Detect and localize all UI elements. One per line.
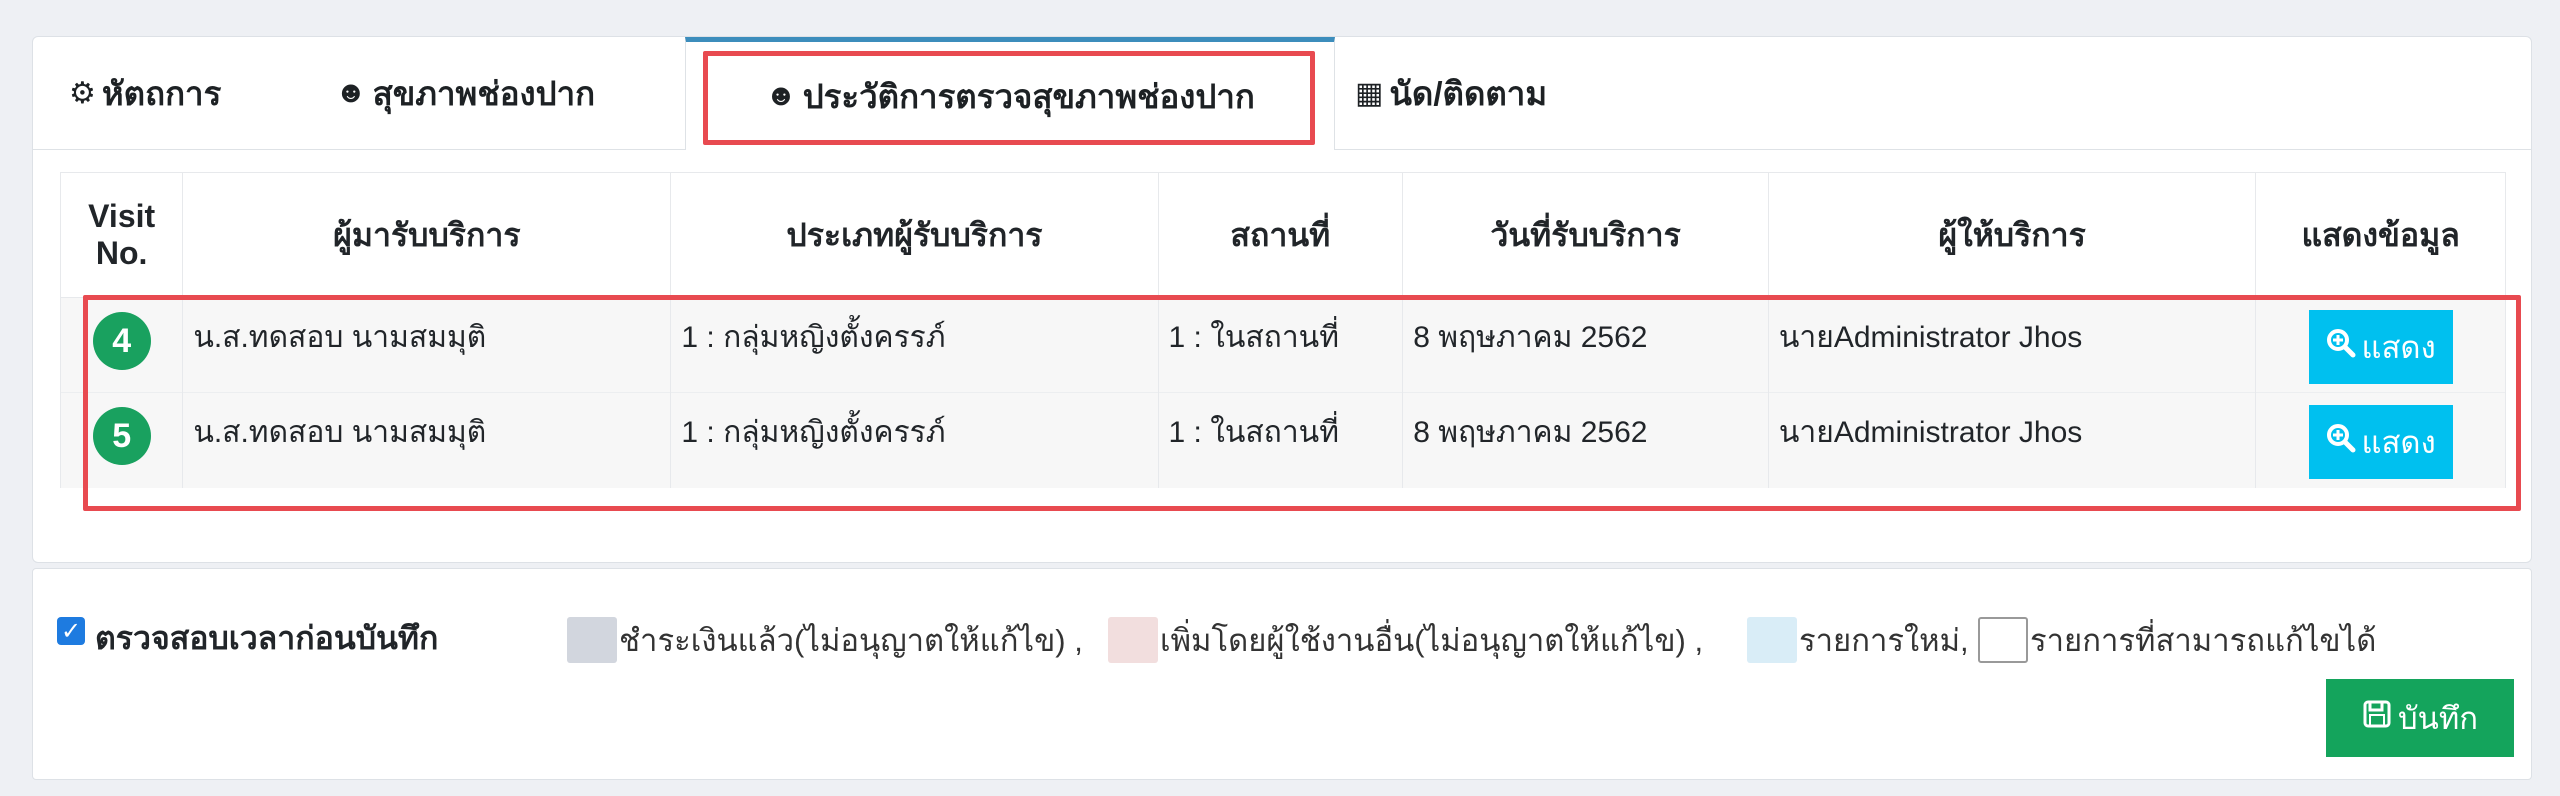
visit-number-badge: 4 xyxy=(92,312,151,370)
col-patient: ผู้มารับบริการ xyxy=(182,172,672,298)
service-date: 8 พฤษภาคม 2562 xyxy=(1402,297,1769,393)
col-show: แสดงข้อมูล xyxy=(2255,172,2506,298)
patient-name: น.ส.ทดสอบ นามสมมุติ xyxy=(182,392,672,488)
patient-type: 1 : กลุ่มหญิงตั้งครรภ์ xyxy=(670,392,1159,488)
patient-type: 1 : กลุ่มหญิงตั้งครรภ์ xyxy=(670,297,1159,393)
legend-swatch xyxy=(1978,617,2028,663)
tab-label: หัตถการ xyxy=(101,74,222,112)
tab-procedure[interactable]: ⚙ หัตถการ xyxy=(69,37,221,149)
col-place: สถานที่ xyxy=(1157,172,1404,298)
place: 1 : ในสถานที่ xyxy=(1157,297,1404,393)
legend-label: รายการที่สามารถแก้ไขได้ xyxy=(2030,623,2377,658)
provider: นายAdministrator Jhos xyxy=(1767,297,2257,393)
main-card: ⚙ หัตถการ ☻ สุขภาพช่องปาก ☻ ประวัติการตร… xyxy=(32,36,2532,563)
legend-label: ชำระเงินแล้ว(ไม่อนุญาตให้แก้ไข) , xyxy=(619,623,1083,658)
tab-label: ประวัติการตรวจสุขภาพช่องปาก xyxy=(802,77,1255,115)
col-date: วันที่รับบริการ xyxy=(1402,172,1769,298)
tab-bar: ⚙ หัตถการ ☻ สุขภาพช่องปาก ☻ ประวัติการตร… xyxy=(33,37,2531,150)
procedure-icon: ⚙ xyxy=(69,76,96,110)
footer-panel: ✓ ตรวจสอบเวลาก่อนบันทึก ชำระเงินแล้ว(ไม่… xyxy=(32,568,2532,780)
legend-editable: รายการที่สามารถแก้ไขได้ xyxy=(1978,615,2376,665)
visit-number-badge: 5 xyxy=(92,407,151,465)
tab-oral-history[interactable]: ☻ ประวัติการตรวจสุขภาพช่องปาก xyxy=(685,37,1335,150)
show-button[interactable]: แสดง xyxy=(2308,405,2453,479)
check-time-checkbox[interactable]: ✓ xyxy=(57,617,85,645)
legend-swatch xyxy=(567,617,617,663)
save-button[interactable]: บันทึก xyxy=(2326,679,2514,757)
save-icon xyxy=(2362,699,2392,737)
place: 1 : ในสถานที่ xyxy=(1157,392,1404,488)
service-date: 8 พฤษภาคม 2562 xyxy=(1402,392,1769,488)
tooth-icon: ☻ xyxy=(765,79,797,112)
calendar-icon: ▦ xyxy=(1355,76,1384,110)
tab-oral-health[interactable]: ☻ สุขภาพช่องปาก xyxy=(335,37,595,149)
col-patient-type: ประเภทผู้รับบริการ xyxy=(670,172,1159,298)
legend-swatch xyxy=(1108,617,1158,663)
visit-history-table: Visit No. ผู้มารับบริการ ประเภทผู้รับบริก… xyxy=(59,172,2506,488)
tab-appointment[interactable]: ▦ นัด/ติดตาม xyxy=(1355,37,1547,149)
legend-new: รายการใหม่, xyxy=(1747,615,1969,665)
legend-swatch xyxy=(1747,617,1797,663)
legend-label: รายการใหม่, xyxy=(1799,623,1969,658)
tab-label: นัด/ติดตาม xyxy=(1389,74,1548,112)
check-time-label: ตรวจสอบเวลาก่อนบันทึก xyxy=(95,620,439,656)
show-button-label: แสดง xyxy=(2361,425,2436,460)
tooth-icon: ☻ xyxy=(335,76,367,109)
legend-paid: ชำระเงินแล้ว(ไม่อนุญาตให้แก้ไข) , xyxy=(567,615,1083,665)
table-row: 4 น.ส.ทดสอบ นามสมมุติ 1 : กลุ่มหญิงตั้งค… xyxy=(59,297,2506,393)
legend-label: เพิ่มโดยผู้ใช้งานอื่น(ไม่อนุญาตให้แก้ไข)… xyxy=(1160,623,1704,658)
show-button-label: แสดง xyxy=(2361,330,2436,365)
col-visit-no: Visit No. xyxy=(59,172,184,298)
provider: นายAdministrator Jhos xyxy=(1767,392,2257,488)
table-row: 5 น.ส.ทดสอบ นามสมมุติ 1 : กลุ่มหญิงตั้งค… xyxy=(59,392,2506,488)
col-provider: ผู้ให้บริการ xyxy=(1767,172,2257,298)
legend-other-user: เพิ่มโดยผู้ใช้งานอื่น(ไม่อนุญาตให้แก้ไข)… xyxy=(1108,615,1703,665)
zoom-in-icon xyxy=(2326,423,2356,461)
save-button-label: บันทึก xyxy=(2397,701,2479,736)
show-button[interactable]: แสดง xyxy=(2308,310,2453,384)
patient-name: น.ส.ทดสอบ นามสมมุติ xyxy=(182,297,672,393)
tab-label: สุขภาพช่องปาก xyxy=(372,74,596,112)
zoom-in-icon xyxy=(2326,328,2356,366)
